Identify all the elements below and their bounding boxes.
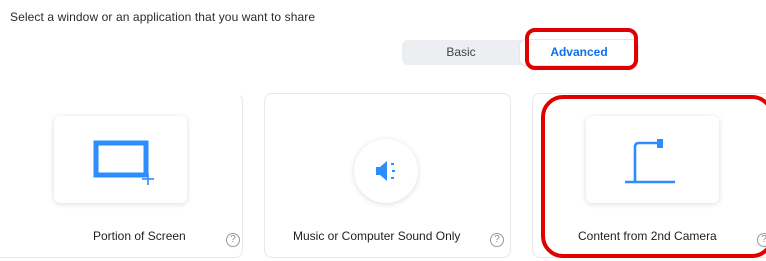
tab-basic[interactable]: Basic <box>402 40 520 65</box>
portion-screen-tile <box>54 116 187 203</box>
instruction-text: Select a window or an application that y… <box>10 10 316 24</box>
document-camera-icon <box>625 139 675 184</box>
option-label: Music or Computer Sound Only <box>293 229 461 243</box>
share-screen-panel: Select a window or an application that y… <box>0 0 766 261</box>
option-portion-of-screen[interactable]: Portion of Screen ? <box>0 93 243 258</box>
option-computer-sound[interactable]: Music or Computer Sound Only ? <box>264 93 511 258</box>
portion-screen-icon <box>93 140 154 185</box>
option-label: Content from 2nd Camera <box>578 229 717 243</box>
speaker-icon <box>376 161 395 181</box>
speaker-tile <box>354 139 418 203</box>
help-icon[interactable]: ? <box>757 233 766 247</box>
share-mode-tabs: Basic Advanced <box>402 40 638 65</box>
option-label: Portion of Screen <box>93 229 186 243</box>
second-camera-tile <box>586 116 719 203</box>
help-icon[interactable]: ? <box>490 233 504 247</box>
option-second-camera[interactable]: Content from 2nd Camera ? <box>532 93 766 258</box>
help-icon[interactable]: ? <box>226 233 240 247</box>
tab-advanced[interactable]: Advanced <box>520 40 638 65</box>
